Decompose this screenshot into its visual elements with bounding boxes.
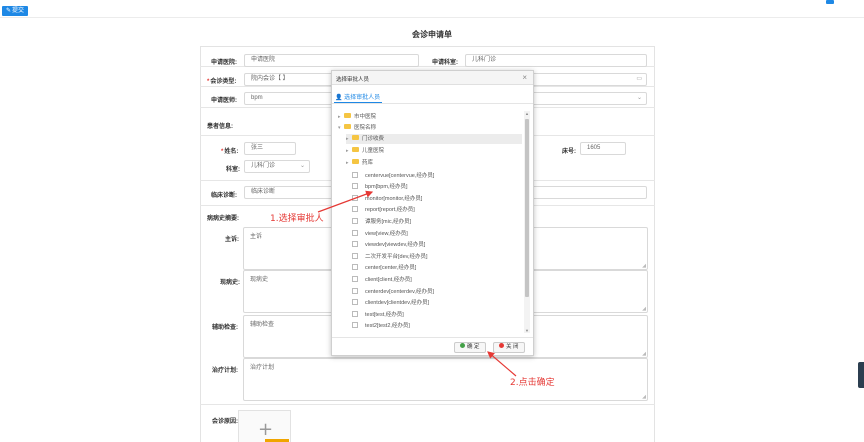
arrow-to-ok-button: [487, 351, 517, 377]
annotation-step2: 2.点击确定: [510, 378, 555, 388]
annotation-step1: 1.选择审批人: [270, 214, 324, 224]
annotation-arrows: [317, 190, 517, 377]
arrow-to-user-list: [317, 190, 374, 213]
